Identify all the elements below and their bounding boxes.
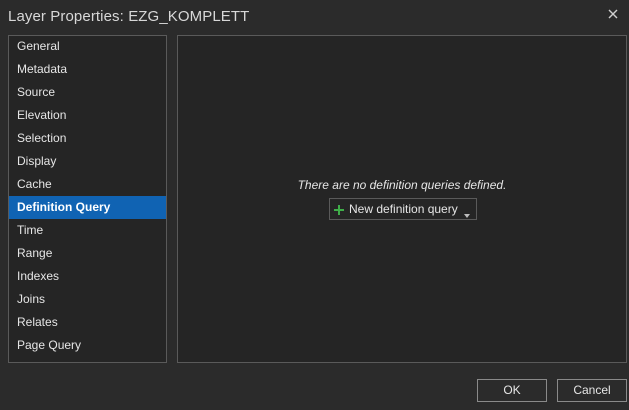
sidebar-item-joins[interactable]: Joins bbox=[9, 288, 166, 311]
sidebar-item-display[interactable]: Display bbox=[9, 150, 166, 173]
sidebar-item-time[interactable]: Time bbox=[9, 219, 166, 242]
sidebar-item-page-query[interactable]: Page Query bbox=[9, 334, 166, 357]
cancel-button[interactable]: Cancel bbox=[557, 379, 627, 402]
window-title: Layer Properties: EZG_KOMPLETT bbox=[8, 8, 250, 25]
sidebar-item-definition-query[interactable]: Definition Query bbox=[9, 196, 166, 219]
sidebar-nav: General Metadata Source Elevation Select… bbox=[8, 35, 167, 363]
empty-state-message: There are no definition queries defined. bbox=[297, 178, 507, 192]
sidebar-item-general[interactable]: General bbox=[9, 35, 166, 58]
caret-down-icon[interactable] bbox=[463, 207, 470, 218]
layer-properties-dialog: Layer Properties: EZG_KOMPLETT General M… bbox=[0, 0, 629, 410]
sidebar-item-indexes[interactable]: Indexes bbox=[9, 265, 166, 288]
close-icon[interactable] bbox=[605, 6, 621, 22]
sidebar-item-elevation[interactable]: Elevation bbox=[9, 104, 166, 127]
ok-button[interactable]: OK bbox=[477, 379, 547, 402]
plus-icon bbox=[334, 204, 344, 215]
definition-query-panel: There are no definition queries defined.… bbox=[177, 35, 627, 363]
sidebar-item-cache[interactable]: Cache bbox=[9, 173, 166, 196]
sidebar-item-range[interactable]: Range bbox=[9, 242, 166, 265]
new-definition-query-label: New definition query bbox=[349, 202, 458, 216]
new-definition-query-button[interactable]: New definition query bbox=[329, 198, 477, 220]
title-bar: Layer Properties: EZG_KOMPLETT bbox=[0, 0, 629, 32]
sidebar-item-metadata[interactable]: Metadata bbox=[9, 58, 166, 81]
sidebar-item-selection[interactable]: Selection bbox=[9, 127, 166, 150]
sidebar-item-source[interactable]: Source bbox=[9, 81, 166, 104]
sidebar-item-relates[interactable]: Relates bbox=[9, 311, 166, 334]
